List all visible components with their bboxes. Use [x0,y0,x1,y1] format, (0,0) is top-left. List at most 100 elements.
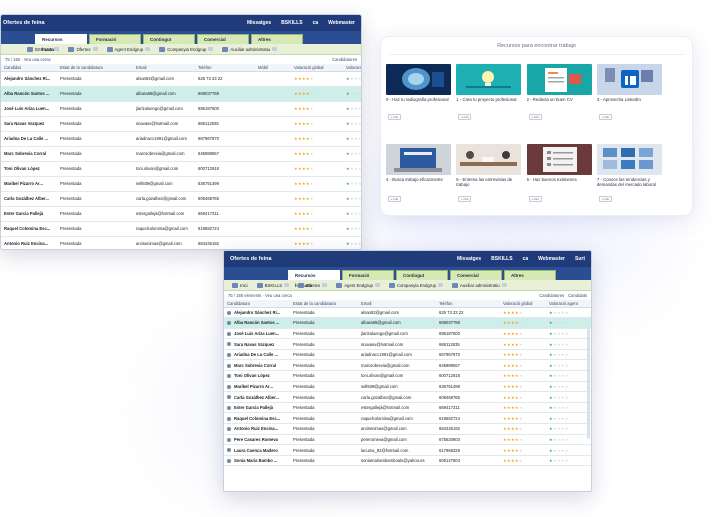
candidate-name[interactable]: Antonio Ruiz Encina... [224,423,290,435]
agent-rating[interactable]: ★★★★★ [343,116,361,132]
agent-rating[interactable]: ★★★★★ [546,434,591,446]
star-rating[interactable]: ★★★★★ [549,458,569,463]
table-row[interactable]: Sara Navas Vazquez Presentada snavasv@hotm… [1,116,361,132]
candidate-name[interactable]: Sara Navas Vazquez [224,338,290,350]
global-rating[interactable]: ★★★★★ [291,101,343,117]
global-rating[interactable]: ★★★★★ [500,328,546,340]
tab-comercial[interactable]: Comercial [197,34,249,44]
star-rating[interactable]: ★★★★★ [346,91,361,96]
table-row[interactable]: Maribel Pizarro Ar... Presentada sell939@g… [1,176,361,192]
subnav-auxiliar[interactable]: Auxiliar administratiu [222,46,278,52]
star-rating[interactable]: ★★★★★ [346,226,361,231]
global-rating[interactable]: ★★★★★ [500,444,546,456]
subnav-ofertes[interactable]: Ofertes [68,46,98,52]
star-rating[interactable]: ★★★★★ [503,426,523,431]
view-candidatures-link[interactable]: Candidatures [539,293,564,298]
subnav-companyia[interactable]: Companyia Endgrup [388,282,444,288]
candidate-name[interactable]: Ester Garcia Pallejà [224,402,290,414]
tab-formacio[interactable]: Formació [89,34,141,44]
resource-title[interactable]: 5 - Entrena las entrevistas de trabajo [456,177,523,192]
table-row[interactable]: Marc Sobrevia Corral Presentada marcsobrev… [1,146,361,162]
view-candidats-link[interactable]: Candidats [568,293,587,298]
subnav-inici[interactable]: Inici [232,282,248,288]
resource-thumbnail[interactable] [386,144,451,175]
candidate-name[interactable]: Alejandro Sánchez Ri... [1,71,57,87]
star-rating[interactable]: ★★★★★ [549,448,569,453]
table-row[interactable]: Antonio Ruiz Encina... Presentada arxiseni… [224,423,591,435]
tab-contingut[interactable]: Contingut [143,34,195,44]
tab-comercial[interactable]: Comercial [450,270,502,280]
tab-altres[interactable]: Altres [504,270,556,280]
star-rating[interactable]: ★★★★★ [503,352,523,357]
candidate-name[interactable]: Alba Rancón Santos ... [1,86,57,102]
more-info-button[interactable]: + info [458,196,472,202]
column-header[interactable]: Valoració [343,64,361,72]
star-rating[interactable]: ★★★★★ [549,395,569,400]
global-rating[interactable]: ★★★★★ [500,359,546,372]
star-rating[interactable]: ★★★★★ [503,310,523,315]
global-rating[interactable]: ★★★★★ [500,402,546,414]
subnav-auxiliar[interactable]: Auxiliar administratiu [452,282,507,288]
column-header[interactable]: Telèfon [195,64,255,72]
candidate-name[interactable]: Laura Cuenca Madero [224,444,290,456]
agent-rating[interactable]: ★★★★★ [343,86,361,102]
agent-rating[interactable]: ★★★★★ [343,191,361,207]
agent-rating[interactable]: ★★★★★ [343,206,361,222]
table-row[interactable]: Ester Garcia Pallejà Presentada estergalle… [1,206,361,222]
table-row[interactable]: Alejandro Sánchez Ri... Presentada alsan82… [224,307,591,319]
more-info-button[interactable]: + info [388,114,401,120]
star-rating[interactable]: ★★★★★ [294,196,314,201]
table-row[interactable]: Sonia Maria Bambo ... Presentada soniamari… [224,455,591,467]
candidate-name[interactable]: José Luis Ariza Luen... [1,101,57,117]
star-rating[interactable]: ★★★★★ [503,342,523,347]
star-rating[interactable]: ★★★★★ [294,181,314,186]
agent-rating[interactable]: ★★★★★ [546,317,591,329]
agent-rating[interactable]: ★★★★★ [343,236,361,249]
column-header[interactable]: Email [133,64,195,72]
star-rating[interactable]: ★★★★★ [294,76,314,81]
candidate-name[interactable]: Maribel Pizarro Ar... [224,381,290,393]
subnav-bskills[interactable]: BSKILLS [256,282,290,288]
resource-thumbnail[interactable] [596,64,662,95]
star-rating[interactable]: ★★★★★ [346,211,361,216]
column-header[interactable]: Estat de la candidatura [57,64,133,72]
table-row[interactable]: Ariadna De La Calle ... Presentada ariadna… [224,349,591,361]
column-header[interactable]: Valoració global [291,64,343,72]
candidate-name[interactable]: Pere Casares Romeva [224,434,290,446]
agent-rating[interactable]: ★★★★★ [546,338,591,350]
resource-card[interactable]: 7 - Conoce las tendencias y demandas del… [596,144,664,218]
star-rating[interactable]: ★★★★★ [503,384,523,389]
resource-card[interactable]: 0 - Haz tu radiografía profesional + info [386,64,453,138]
star-rating[interactable]: ★★★★★ [294,121,314,126]
candidate-name[interactable]: Marc Sobrevia Corral [224,359,290,372]
topnav-logout[interactable]: Surt [575,256,585,262]
star-rating[interactable]: ★★★★★ [294,136,314,141]
star-rating[interactable]: ★★★★★ [503,416,523,421]
column-header[interactable]: Mòbil [255,64,291,72]
column-header[interactable]: Email [358,300,436,308]
agent-rating[interactable]: ★★★★★ [546,391,591,403]
star-rating[interactable]: ★★★★★ [346,121,361,126]
star-rating[interactable]: ★★★★★ [549,373,569,378]
topnav-language[interactable]: ca [523,256,529,262]
global-rating[interactable]: ★★★★★ [500,455,546,467]
star-rating[interactable]: ★★★★★ [503,363,523,368]
candidate-name[interactable]: Carla Gozálbez Alber... [224,391,290,403]
resource-card[interactable]: 1 - Crea tu proyecto profesional + info [456,64,523,138]
star-rating[interactable]: ★★★★★ [294,226,314,231]
more-info-button[interactable]: + info [528,196,542,202]
agent-rating[interactable]: ★★★★★ [343,131,361,147]
resource-title[interactable]: 1 - Crea tu proyecto profesional [456,97,523,112]
candidate-name[interactable]: Marc Sobrevia Corral [1,146,57,162]
resource-thumbnail[interactable] [526,64,592,95]
global-rating[interactable]: ★★★★★ [291,176,343,192]
resource-thumbnail[interactable] [456,64,522,95]
star-rating[interactable]: ★★★★★ [346,241,361,246]
resource-card[interactable]: 5 - Entrena las entrevistas de trabajo + … [456,144,523,218]
table-row[interactable]: Laura Cuenca Madero Presentada lacuma_92@h… [224,444,591,456]
table-row[interactable]: José Luis Ariza Luen... Presentada jlariza… [224,328,591,340]
subnav-agent[interactable]: Agent Endgrup [336,282,380,288]
global-rating[interactable]: ★★★★★ [291,116,343,132]
global-rating[interactable]: ★★★★★ [291,206,343,222]
resource-card[interactable]: 4 - Busca trabajo eficazmente + info [386,144,453,218]
